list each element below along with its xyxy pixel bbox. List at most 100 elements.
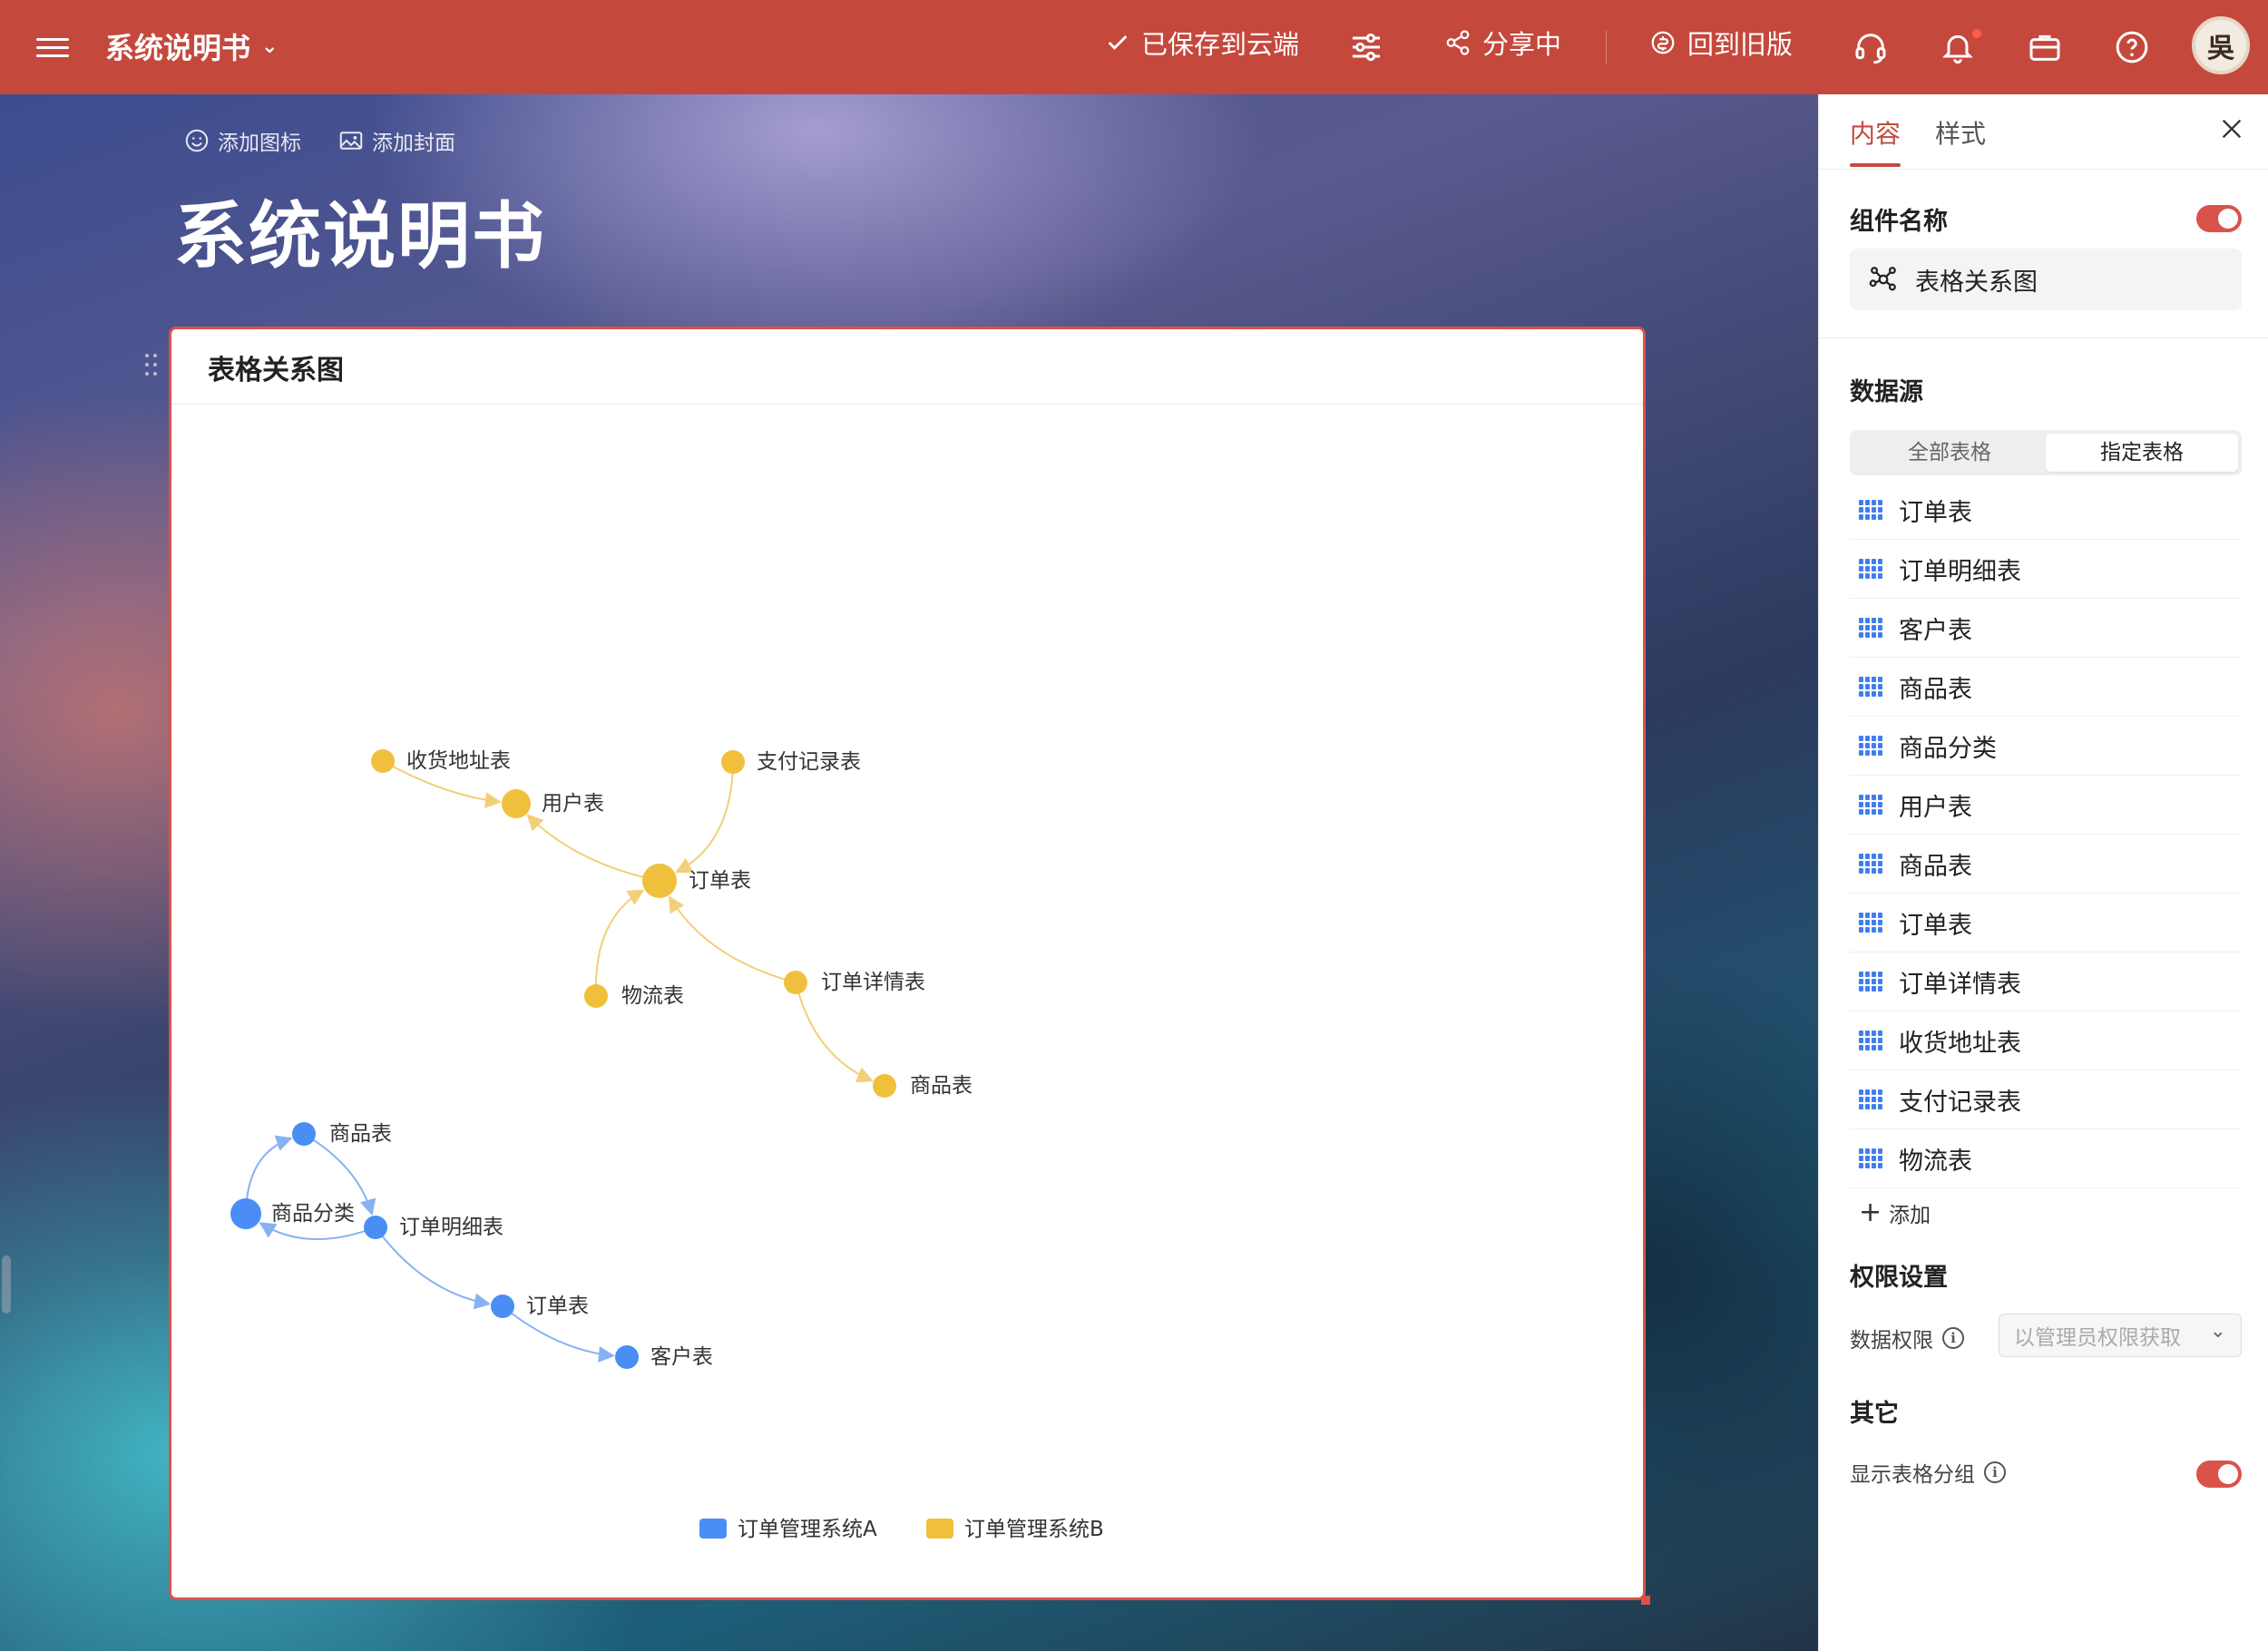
- help-icon[interactable]: [2114, 29, 2150, 65]
- table-list-item[interactable]: 订单表: [1850, 894, 2242, 952]
- graph-node[interactable]: [491, 1294, 514, 1318]
- graph-node[interactable]: [502, 789, 531, 818]
- component-name-title: 组件名称: [1850, 208, 1948, 236]
- chevron-down-icon: ⌄: [2209, 1320, 2226, 1343]
- datasource-specific-tables[interactable]: 指定表格: [2046, 434, 2238, 472]
- graph-node[interactable]: [642, 864, 677, 898]
- graph-node[interactable]: [584, 984, 608, 1008]
- share-label: 分享中: [1482, 29, 1562, 60]
- menu-icon[interactable]: [36, 33, 69, 60]
- graph-node-label: 收货地址表: [406, 749, 511, 773]
- share-button[interactable]: 分享中: [1444, 24, 1561, 62]
- show-group-label-row: 显示表格分组 i: [1850, 1457, 2006, 1488]
- table-list-item[interactable]: 商品表: [1850, 835, 2242, 894]
- graph-edge: [526, 814, 660, 882]
- graph-node-label: 订单明细表: [399, 1216, 503, 1239]
- plus-icon: +: [1859, 1197, 1882, 1228]
- graph-node[interactable]: [230, 1198, 261, 1229]
- graph-node[interactable]: [615, 1345, 639, 1369]
- table-list-item[interactable]: 订单明细表: [1850, 540, 2242, 599]
- table-list-item[interactable]: 用户表: [1850, 776, 2242, 835]
- datasource-segmented-control: 全部表格 指定表格: [1850, 430, 2242, 475]
- graph-node[interactable]: [784, 971, 807, 994]
- add-table-button[interactable]: + 添加: [1859, 1197, 1931, 1228]
- relation-chart-card[interactable]: 表格关系图 商品表 商品分类 订单明细表 订单表 客户表 收货地址表 用户表 支付记录表 订单表…: [169, 327, 1650, 1605]
- relation-graph[interactable]: 商品表商品分类订单明细表订单表客户表收货地址表用户表支付记录表订单表物流表订单详…: [171, 329, 1643, 1597]
- legend-swatch[interactable]: [699, 1519, 727, 1539]
- saved-status: 已保存到云端: [1105, 24, 1299, 62]
- document-canvas: 添加图标 添加封面 系统说明书 表格关系图 商品表 商品分类 订单明细表 订单表 客户表…: [0, 94, 1818, 1651]
- table-list-label: 订单详情表: [1899, 970, 2021, 999]
- panel-divider: [1819, 169, 2268, 170]
- table-grid-icon: [1859, 1148, 1882, 1168]
- close-icon[interactable]: [2219, 116, 2244, 142]
- graph-node-label: 支付记录表: [757, 750, 861, 774]
- check-icon: [1108, 35, 1128, 50]
- smiley-icon: [185, 129, 209, 152]
- graph-node-label: 商品表: [910, 1074, 973, 1098]
- graph-edge: [669, 895, 797, 983]
- table-list-item[interactable]: 支付记录表: [1850, 1070, 2242, 1129]
- drag-handle-icon[interactable]: [143, 352, 160, 377]
- table-grid-icon: [1859, 972, 1882, 992]
- graph-node-label: 用户表: [542, 792, 604, 816]
- table-list-item[interactable]: 客户表: [1850, 599, 2242, 658]
- table-list-item[interactable]: 商品分类: [1850, 717, 2242, 776]
- table-list-label: 订单明细表: [1899, 557, 2021, 586]
- revert-version-button[interactable]: 回到旧版: [1649, 24, 1793, 62]
- graph-node[interactable]: [292, 1122, 316, 1146]
- component-name-toggle[interactable]: [2196, 205, 2242, 232]
- legend-label[interactable]: 订单管理系统B: [964, 1518, 1104, 1541]
- canvas-scroll-handle[interactable]: [2, 1255, 11, 1314]
- table-list-item[interactable]: 订单表: [1850, 481, 2242, 540]
- table-list-item[interactable]: 订单详情表: [1850, 952, 2242, 1011]
- properties-panel: 内容 样式 组件名称 表格关系图 数据源 全部表格 指定表格 订单表 订单明细表客…: [1818, 94, 2268, 1651]
- table-grid-icon: [1859, 736, 1882, 756]
- resize-corner[interactable]: [1641, 1596, 1650, 1605]
- add-icon-label: 添加图标: [218, 132, 301, 155]
- graph-node[interactable]: [721, 750, 745, 774]
- headset-icon[interactable]: [1853, 29, 1889, 65]
- info-icon[interactable]: i: [1942, 1327, 1964, 1349]
- table-list-item[interactable]: 商品表: [1850, 658, 2242, 717]
- table-grid-icon: [1859, 559, 1882, 579]
- history-coin-icon: [1651, 31, 1675, 54]
- data-permission-label: 数据权限: [1850, 1329, 1933, 1353]
- panel-divider: [1819, 337, 2268, 338]
- graph-node[interactable]: [371, 749, 395, 773]
- data-permission-label-row: 数据权限 i: [1850, 1323, 1964, 1353]
- show-group-toggle[interactable]: [2196, 1460, 2242, 1488]
- graph-edge: [795, 982, 874, 1083]
- add-cover-button[interactable]: 添加封面: [337, 125, 455, 156]
- graph-node[interactable]: [364, 1216, 387, 1239]
- datasource-all-tables[interactable]: 全部表格: [1853, 434, 2046, 472]
- tab-style[interactable]: 样式: [1935, 114, 1986, 151]
- table-grid-icon: [1859, 500, 1882, 520]
- table-list-label: 订单表: [1899, 911, 1972, 940]
- table-list-item[interactable]: 物流表: [1850, 1129, 2242, 1188]
- tab-content[interactable]: 内容: [1850, 114, 1901, 151]
- legend-label[interactable]: 订单管理系统A: [738, 1518, 877, 1541]
- user-avatar[interactable]: 吳: [2192, 16, 2250, 74]
- table-list-label: 支付记录表: [1899, 1088, 2021, 1117]
- graph-nodes-icon: [1869, 267, 1896, 291]
- legend-swatch[interactable]: [926, 1519, 953, 1539]
- graph-node-label: 商品表: [329, 1122, 392, 1146]
- briefcase-icon[interactable]: [2027, 29, 2063, 65]
- add-icon-button[interactable]: 添加图标: [183, 125, 301, 156]
- table-grid-icon: [1859, 854, 1882, 874]
- component-name-field[interactable]: 表格关系图: [1850, 249, 2242, 310]
- table-list-label: 物流表: [1899, 1147, 1972, 1176]
- data-permission-select[interactable]: 以管理员权限获取 ⌄: [1999, 1314, 2242, 1357]
- page-title[interactable]: 系统说明书: [174, 178, 546, 283]
- document-title: 系统说明书: [105, 31, 251, 65]
- graph-node[interactable]: [873, 1074, 896, 1098]
- settings-sliders-icon[interactable]: [1348, 29, 1384, 65]
- document-title-dropdown[interactable]: 系统说明书 ⌄: [105, 25, 278, 67]
- table-list-item[interactable]: 收货地址表: [1850, 1011, 2242, 1070]
- table-list-label: 订单表: [1899, 498, 1972, 527]
- info-icon[interactable]: i: [1984, 1461, 2006, 1483]
- add-cover-label: 添加封面: [372, 132, 455, 155]
- table-grid-icon: [1859, 795, 1882, 815]
- table-list-label: 商品表: [1899, 852, 1972, 881]
